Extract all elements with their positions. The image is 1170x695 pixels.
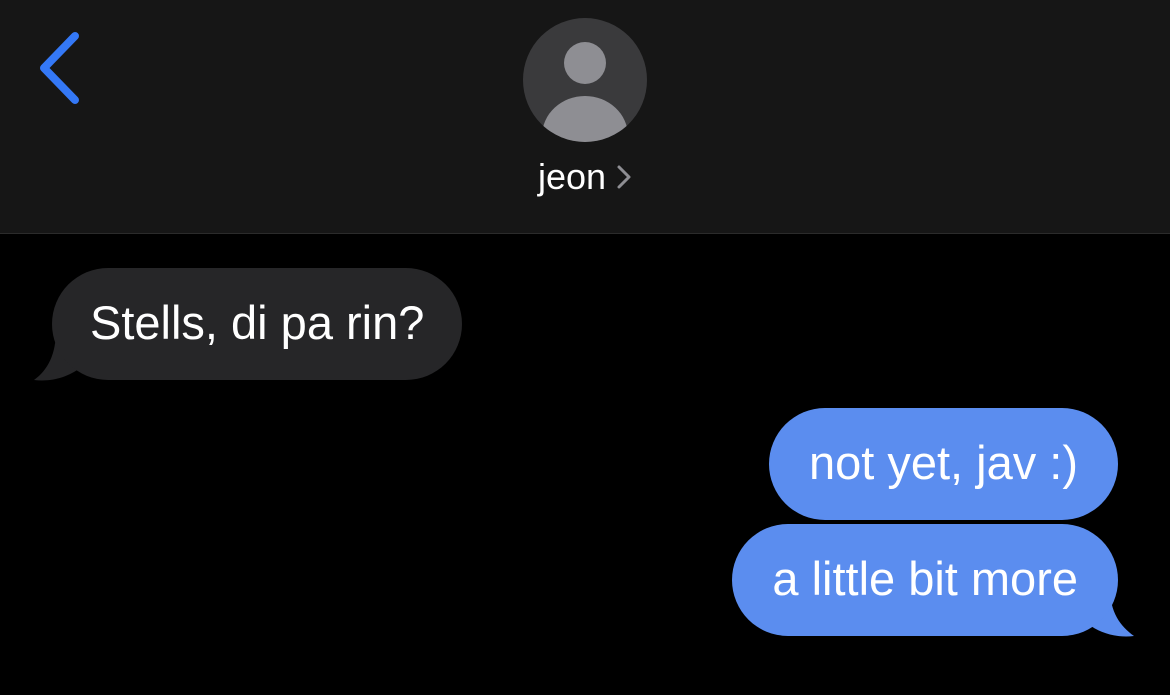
person-silhouette-icon <box>542 42 628 142</box>
incoming-message-bubble[interactable]: Stells, di pa rin? <box>52 268 463 380</box>
outgoing-message-bubble[interactable]: not yet, jav :) <box>768 408 1118 520</box>
contact-name: jeon <box>537 156 607 197</box>
contact-name-button[interactable]: jeon <box>0 155 1170 199</box>
back-button[interactable] <box>30 28 90 108</box>
message-text: not yet, jav :) <box>808 436 1078 489</box>
conversation-header: jeon <box>0 0 1170 234</box>
message-text: Stells, di pa rin? <box>90 296 425 349</box>
avatar[interactable] <box>523 18 647 142</box>
chevron-right-icon <box>617 165 631 189</box>
message-text: a little bit more <box>772 552 1078 605</box>
chevron-left-icon <box>40 32 79 104</box>
outgoing-message-bubble[interactable]: a little bit more <box>732 524 1118 636</box>
